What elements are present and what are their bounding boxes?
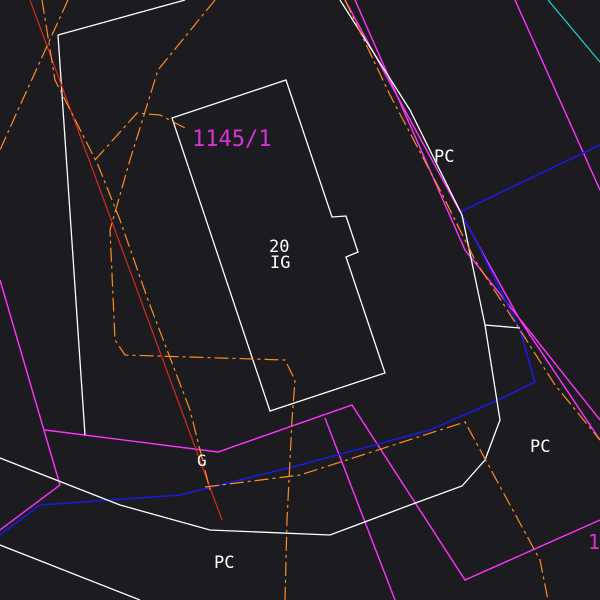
- orange-dashed-6: [204, 421, 549, 600]
- pc-label-right: PC: [530, 437, 550, 457]
- parcel-boundaries: [0, 0, 600, 600]
- map-svg: 1145/1 20 IG PC PC PC G 1: [0, 0, 600, 600]
- parcel-boundary-far-right: [514, 0, 600, 191]
- outer-boundary-white: [57, 0, 186, 36]
- parcel-boundary-lower: [44, 404, 600, 581]
- orange-dashed-1: [41, 0, 211, 491]
- inner-step-white: [484, 324, 521, 329]
- cyan-line: [547, 0, 600, 63]
- building-code-label: IG: [270, 253, 290, 273]
- g-label: G: [197, 451, 207, 470]
- right-boundary-white: [0, 0, 501, 536]
- parcel-number-label: 1145/1: [192, 127, 271, 152]
- parcel-boundary-lower-inner: [324, 417, 396, 600]
- cadastral-map[interactable]: 1145/1 20 IG PC PC PC G 1: [0, 0, 600, 600]
- bottom-left-white: [0, 544, 141, 600]
- partial-number-label-right: 1: [588, 530, 600, 554]
- parcel-boundary-left: [0, 279, 61, 531]
- red-line: [29, 0, 223, 521]
- pc-label-bottom: PC: [214, 553, 234, 573]
- orange-dashed-lines: [0, 0, 600, 600]
- white-outlines: [0, 0, 521, 600]
- left-boundary-white: [57, 34, 86, 436]
- parcel-boundary-top-right-a: [354, 0, 600, 421]
- pc-label-top-right: PC: [434, 147, 454, 167]
- blue-boundary-line: [0, 144, 600, 536]
- orange-dashed-4: [94, 112, 186, 161]
